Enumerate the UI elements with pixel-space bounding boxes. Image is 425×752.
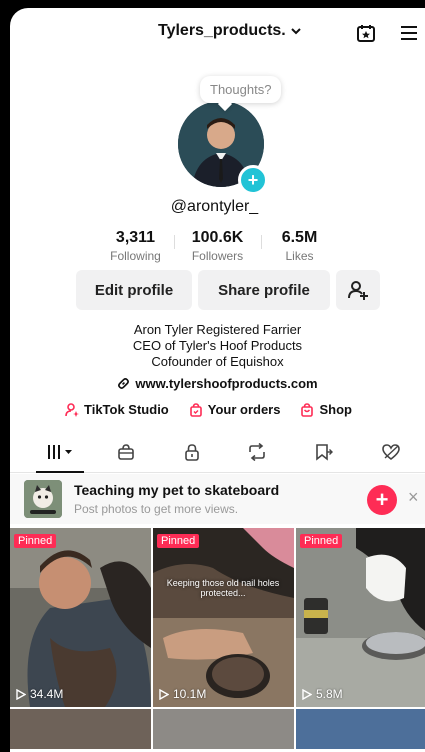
top-bar: Tylers_products. [10, 20, 425, 46]
studio-icon [65, 402, 79, 417]
active-tab-indicator [36, 471, 84, 473]
tab-shop[interactable] [111, 440, 141, 464]
likes-count: 6.5M [281, 229, 318, 246]
promo-title: Teaching my pet to skateboard [74, 482, 280, 498]
pinned-badge: Pinned [300, 534, 343, 548]
video-thumbnail-image [10, 528, 151, 707]
website-link[interactable]: www.tylershoofproducts.com [10, 376, 425, 391]
profile-avatar[interactable]: + [178, 101, 270, 195]
video-thumbnail[interactable]: Pinned 5.8M [296, 528, 425, 707]
promo-subtitle: Post photos to get more views. [74, 502, 239, 516]
quick-links: TikTok Studio Your orders Shop [65, 402, 352, 417]
grid-bars-icon [48, 445, 72, 459]
tab-liked[interactable] [376, 440, 406, 464]
bio-line: Cofounder of Equishox [151, 354, 284, 369]
edit-profile-button[interactable]: Edit profile [76, 270, 192, 310]
tab-favorites[interactable] [309, 440, 339, 464]
pinned-badge: Pinned [157, 534, 200, 548]
your-orders-link[interactable]: Your orders [189, 402, 281, 417]
following-label: Following [110, 249, 161, 263]
video-thumbnail[interactable] [10, 709, 151, 749]
bio-line: Aron Tyler Registered Farrier [133, 322, 302, 337]
account-switcher[interactable]: Tylers_products. [158, 22, 302, 40]
likes-stat[interactable]: 6.5M Likes [262, 229, 338, 263]
likes-label: Likes [285, 249, 314, 263]
add-friend-button[interactable] [336, 270, 380, 310]
menu-icon[interactable] [396, 20, 422, 46]
orders-icon [189, 402, 202, 417]
account-name: Tylers_products. [158, 22, 286, 39]
shop-icon [118, 444, 134, 460]
chevron-down-icon [291, 28, 301, 35]
link-icon [118, 378, 130, 389]
create-post-button[interactable]: + [367, 485, 397, 515]
view-count-value: 5.8M [316, 687, 343, 701]
content-tabs [10, 432, 425, 473]
heart-hidden-icon [382, 444, 400, 461]
video-thumbnail-image [296, 528, 425, 707]
lock-icon [185, 444, 199, 461]
shop-label: Shop [319, 402, 352, 417]
video-thumbnail-image [153, 528, 294, 707]
repost-icon [249, 443, 265, 461]
bookmark-tag-icon [316, 444, 333, 461]
video-thumbnail[interactable] [296, 709, 425, 749]
tab-videos[interactable] [44, 440, 78, 464]
view-count: 10.1M [159, 687, 206, 701]
bio-line: CEO of Tyler's Hoof Products [132, 338, 303, 353]
promo-thumbnail [24, 480, 62, 518]
following-stat[interactable]: 3,311 Following [98, 229, 174, 263]
video-thumbnail[interactable] [153, 709, 294, 749]
play-icon [159, 688, 169, 700]
video-caption-overlay: Keeping those old nail holes protected..… [166, 578, 280, 598]
video-thumbnail[interactable]: Pinned 34.4M [10, 528, 151, 707]
post-suggestion-banner[interactable]: Teaching my pet to skateboard Post photo… [10, 474, 425, 524]
shop-link[interactable]: Shop [300, 402, 352, 417]
close-icon[interactable]: × [408, 487, 419, 508]
calendar-star-icon[interactable] [353, 20, 379, 46]
pinned-badge: Pinned [14, 534, 57, 548]
play-icon [16, 688, 26, 700]
video-grid: Pinned 34.4M Pinned Keeping those old na… [10, 528, 425, 749]
followers-stat[interactable]: 100.6K Followers [173, 229, 262, 263]
tiktok-studio-link[interactable]: TikTok Studio [65, 402, 169, 417]
tiktok-studio-label: TikTok Studio [84, 402, 169, 417]
share-profile-button[interactable]: Share profile [198, 270, 330, 310]
add-user-icon [348, 281, 368, 300]
view-count-value: 10.1M [173, 687, 207, 701]
view-count: 5.8M [302, 687, 343, 701]
view-count: 34.4M [16, 687, 63, 701]
following-count: 3,311 [115, 229, 156, 246]
followers-count: 100.6K [191, 229, 244, 246]
shop-bag-icon [301, 402, 314, 417]
profile-bio: Aron Tyler Registered Farrier CEO of Tyl… [10, 322, 425, 370]
tab-reposts[interactable] [242, 440, 272, 464]
profile-screen: Tylers_products. + Thoughts? @arontyler_ [10, 8, 425, 752]
video-thumbnail[interactable]: Pinned Keeping those old nail holes prot… [153, 528, 294, 707]
website-url: www.tylershoofproducts.com [135, 376, 318, 391]
followers-label: Followers [191, 249, 244, 263]
play-icon [302, 688, 312, 700]
username: @arontyler_ [170, 198, 259, 215]
profile-actions: Edit profile Share profile [76, 270, 380, 310]
profile-stats: 3,311 Following 100.6K Followers 6.5M Li… [10, 229, 425, 263]
your-orders-label: Your orders [207, 402, 281, 417]
thoughts-bubble[interactable]: Thoughts? [200, 76, 282, 103]
view-count-value: 34.4M [30, 687, 64, 701]
add-story-badge[interactable]: + [238, 165, 268, 195]
tab-private[interactable] [177, 440, 207, 464]
